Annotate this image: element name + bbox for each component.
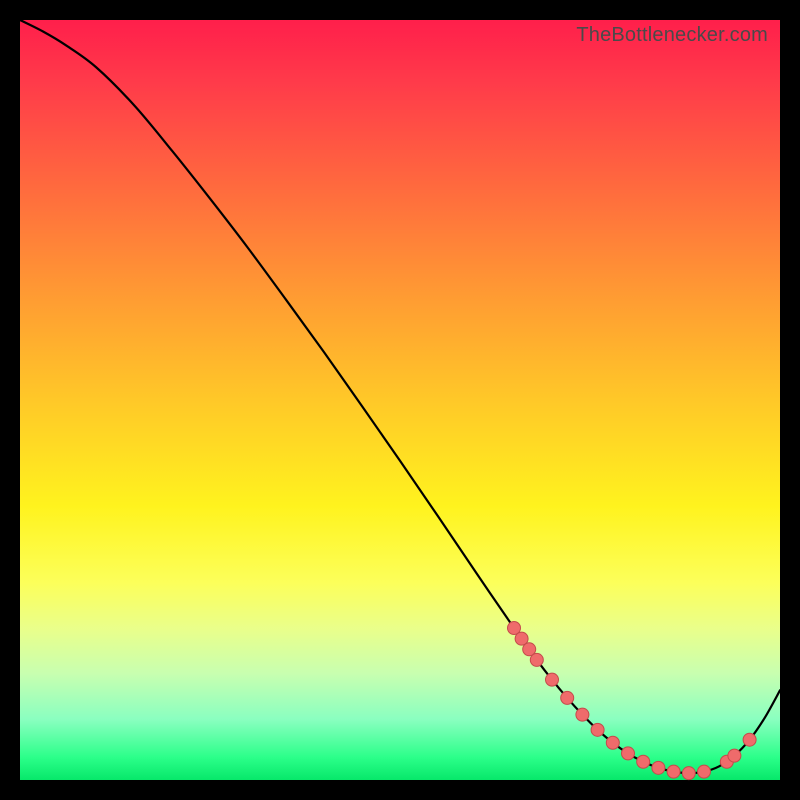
curve-marker	[728, 749, 741, 762]
chart-stage: TheBottlenecker.com	[0, 0, 800, 800]
curve-marker	[591, 723, 604, 736]
curve-layer	[20, 20, 780, 780]
curve-marker	[652, 761, 665, 774]
curve-marker	[530, 653, 543, 666]
curve-marker	[622, 747, 635, 760]
curve-marker	[682, 767, 695, 780]
curve-marker	[546, 673, 559, 686]
plot-area: TheBottlenecker.com	[20, 20, 780, 780]
curve-marker	[667, 765, 680, 778]
curve-markers	[508, 622, 757, 780]
bottleneck-curve	[20, 20, 780, 773]
curve-marker	[743, 733, 756, 746]
curve-marker	[698, 765, 711, 778]
curve-marker	[606, 736, 619, 749]
curve-marker	[576, 708, 589, 721]
curve-marker	[637, 755, 650, 768]
curve-marker	[561, 691, 574, 704]
